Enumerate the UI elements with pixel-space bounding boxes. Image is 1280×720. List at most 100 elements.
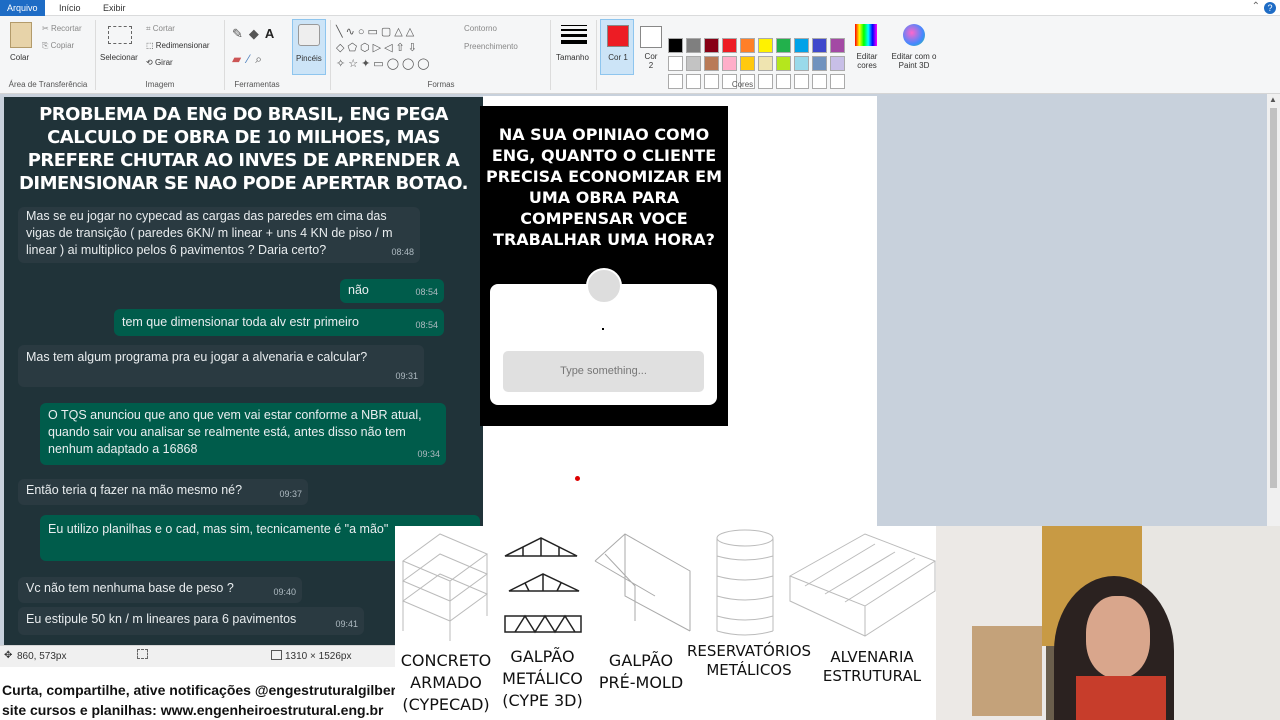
paste-button[interactable]: Colar [10,53,29,62]
palette-swatch[interactable] [686,38,701,53]
brushes-label: Pincéis [296,54,322,63]
tools-group-label: Ferramentas [234,80,280,89]
chat-message: Eu estipule 50 kn / m lineares para 6 pa… [18,607,364,635]
image-size: 1310 × 1526px [285,651,352,662]
scroll-up-icon[interactable]: ▲ [1269,95,1277,104]
palette-swatch[interactable] [830,38,845,53]
color1-swatch [607,25,629,47]
webcam-shirt [1076,676,1166,720]
chat-message: O TQS anunciou que ano que vem vai estar… [40,403,446,465]
outline-button[interactable]: Contorno [464,24,497,33]
chat-title: PROBLEMA DA ENG DO BRASIL, ENG PEGA CALC… [18,104,469,194]
eraser-picker-zoom-icons[interactable]: ▰⁄⌕ [232,52,268,67]
paste-icon [10,22,32,48]
footer-line-1: Curta, compartilhe, ative notificações @… [2,682,410,698]
story-question: NA SUA OPINIAO COMO ENG, QUANTO O CLIENT… [485,125,722,249]
shapes-group-label: Formas [427,80,455,89]
palette-swatch[interactable] [722,38,737,53]
footer-line-2: site cursos e planilhas: www.engenheiroe… [2,702,384,718]
vertical-scrollbar[interactable]: ▲ [1267,94,1280,534]
fill-button[interactable]: Preenchimento [464,42,518,51]
tab-inicio[interactable]: Início [52,0,88,16]
tank-illustration [716,529,774,636]
answer-input[interactable]: Type something... [503,351,704,392]
status-bar: ✥ 860, 573px 1310 × 1526px [0,645,395,667]
palette-swatch[interactable] [794,56,809,71]
palette-swatch[interactable] [668,56,683,71]
rotate-icon: ⟲ [146,58,155,67]
palette-swatch[interactable] [704,38,719,53]
webcam-boxes [972,626,1042,716]
palette-swatch[interactable] [776,56,791,71]
tab-exibir[interactable]: Exibir [96,0,133,16]
color2-label[interactable]: Cor 2 [642,52,660,70]
color1-button[interactable]: Cor 1 [600,19,634,75]
palette-swatch[interactable] [722,56,737,71]
webcam-feed [936,526,1280,720]
palette-swatch[interactable] [758,38,773,53]
help-icon[interactable]: ? [1264,2,1276,14]
product-label: CONCRETO ARMADO (CYPECAD) [400,651,492,714]
brushes-button[interactable]: Pincéis [292,19,326,75]
color1-label: Cor 1 [608,53,628,62]
image-group-label: Imagem [145,80,175,89]
edit-colors-icon [855,24,877,46]
color2-swatch[interactable] [640,26,662,48]
chat-message: Então teria q fazer na mão mesmo né? 09:3… [18,479,308,505]
cut-button[interactable]: ✂ Recortar [42,24,82,33]
crop-button[interactable]: ⌗ Cortar [146,24,175,34]
palette-swatch[interactable] [740,56,755,71]
menu-bar: Arquivo Início Exibir ⌃ ? [0,0,1280,16]
resize-button[interactable]: ⬚ Redimensionar [146,41,210,50]
colors-group-label: Cores [731,80,754,89]
palette-swatch[interactable] [686,56,701,71]
products-banner: CONCRETO ARMADO (CYPECAD) GALPÃO METÁLIC… [395,526,936,720]
story-question-card: NA SUA OPINIAO COMO ENG, QUANTO O CLIENT… [480,106,728,426]
ribbon: Colar ✂ Recortar ⎘ Copiar Área de Transf… [0,16,1280,94]
copy-icon: ⎘ [42,41,51,50]
webcam-face [1086,596,1150,678]
image-size-icon [271,650,282,660]
product-illustrations [401,529,936,641]
scroll-thumb[interactable] [1270,108,1277,488]
product-label: RESERVATÓRIOS METÁLICOS [687,642,812,679]
palette-swatch[interactable] [776,38,791,53]
footer-text: Curta, compartilhe, ative notificações @… [0,667,410,720]
palette-swatch[interactable] [830,56,845,71]
rotate-button[interactable]: ⟲ Girar [146,58,173,67]
crop-icon: ⌗ [146,24,153,33]
copy-button[interactable]: ⎘ Copiar [42,41,74,51]
palette-swatch[interactable] [812,38,827,53]
canvas-dot [575,476,580,481]
tab-arquivo[interactable]: Arquivo [0,0,45,16]
avatar [586,268,622,304]
select-button[interactable]: Selecionar [100,53,138,62]
palette-swatch[interactable] [812,56,827,71]
select-icon [108,26,132,44]
product-label: GALPÃO METÁLICO (CYPE 3D) [502,647,583,710]
scissors-icon: ✂ [42,24,51,33]
paint3d-icon [903,24,925,46]
collapse-ribbon-icon[interactable]: ⌃ [1252,1,1260,12]
brush-icon [298,24,320,46]
edit-colors-button[interactable]: Editar cores [852,52,882,70]
palette-swatch[interactable] [668,38,683,53]
separator [95,20,96,90]
precast-wall-illustration [594,533,691,632]
paint3d-button[interactable]: Editar com o Paint 3D [890,52,938,70]
truss-illustration [504,537,582,634]
palette-swatch[interactable] [794,38,809,53]
shapes-gallery[interactable]: ╲∿○▭▢△△ ◇⬠⬡▷◁⇧⇩ ✧☆✦▭◯◯◯ [336,24,456,74]
pencil-fill-text-icons[interactable]: ✎◆A [232,26,280,42]
product-label: ALVENARIA ESTRUTURAL [822,648,922,685]
cursor-position: 860, 573px [17,651,67,662]
resize-icon: ⬚ [146,41,156,50]
size-button[interactable]: Tamanho [556,53,589,62]
palette-swatch[interactable] [740,38,755,53]
chat-message: tem que dimensionar toda alv estr primei… [114,309,444,336]
palette-swatch[interactable] [758,56,773,71]
selection-size-icon [137,649,148,659]
separator [596,20,597,90]
chat-message: não 08:54 [340,279,444,303]
palette-swatch[interactable] [704,56,719,71]
